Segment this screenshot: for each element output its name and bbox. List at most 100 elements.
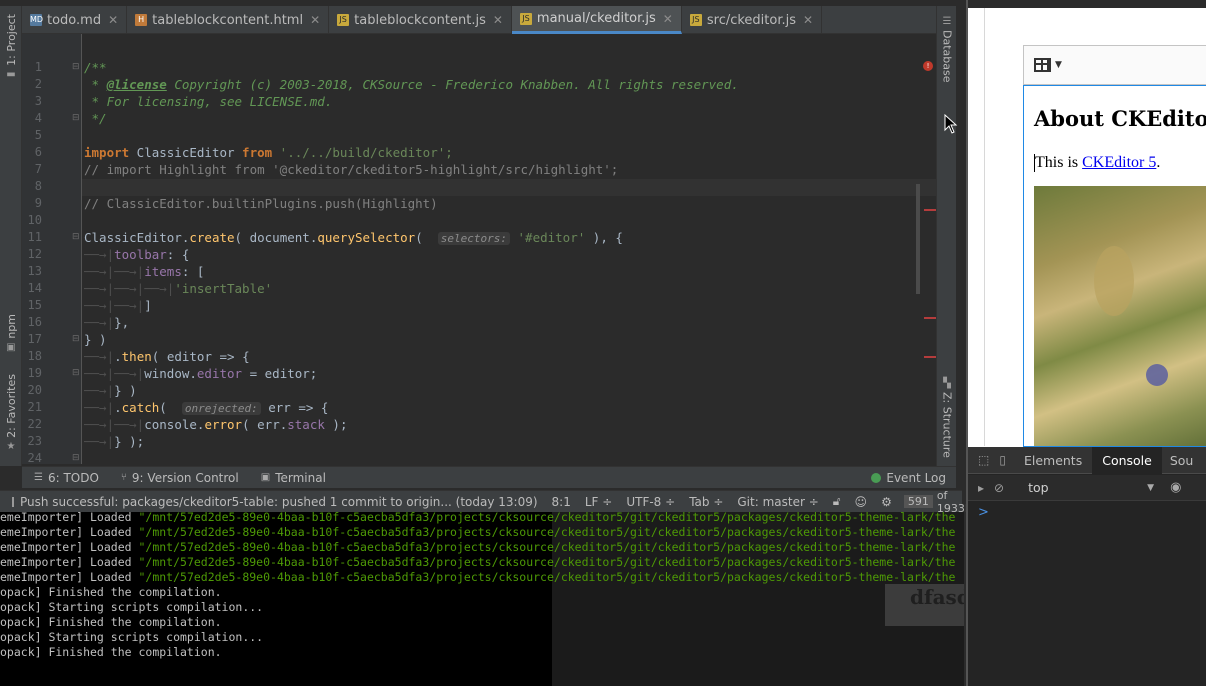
git-branch[interactable]: Git: master ÷ xyxy=(737,495,818,509)
close-icon[interactable]: ✕ xyxy=(803,13,813,27)
code-editor[interactable]: 1 2 3 4 5 6 7 8 9 10 11 12 13 14 15 16 1… xyxy=(22,34,936,464)
error-stripe-marker[interactable] xyxy=(924,356,936,358)
code-line-2: * @license Copyright (c) 2003-2018, CKSo… xyxy=(84,77,739,92)
line-number: 24 xyxy=(27,451,42,464)
line-number: 18 xyxy=(27,349,42,363)
line-number: 10 xyxy=(27,213,42,227)
code-line-18: ──→|.then( editor => { xyxy=(84,349,250,364)
code-line-19: ──→|──→|window.editor = editor; xyxy=(84,366,318,381)
context-selector[interactable]: top ▼ xyxy=(1028,480,1154,495)
error-indicator-icon[interactable]: ! xyxy=(923,61,933,71)
favorites-tool-tab[interactable]: 2: Favorites ★ xyxy=(2,374,20,452)
project-tool-tab[interactable]: 1: Project ▬ xyxy=(2,14,20,80)
page-edge xyxy=(984,8,985,446)
code-line-9: // ClassicEditor.builtinPlugins.push(Hig… xyxy=(84,196,438,211)
todo-tool-button[interactable]: ☰ 6: TODO xyxy=(34,471,99,485)
tab-console[interactable]: Console xyxy=(1092,446,1162,474)
line-number: 4 xyxy=(34,111,42,125)
list-icon: ☰ xyxy=(34,472,43,483)
structure-icon: ▚ xyxy=(943,378,951,389)
editor-scrollbar[interactable] xyxy=(916,184,920,294)
editor-tabs: MD todo.md ✕ H tableblockcontent.html ✕ … xyxy=(22,6,936,34)
terminal-line: opack] Finished the compilation. xyxy=(0,645,222,659)
browser-top-edge xyxy=(968,0,1206,8)
code-line-20: ──→|} ) xyxy=(84,383,137,398)
code-line-11: ClassicEditor.create( document.querySele… xyxy=(84,230,623,245)
show-sidebar-icon[interactable]: ▸ xyxy=(978,481,984,495)
line-number: 5 xyxy=(34,128,42,142)
ckeditor-link[interactable]: CKEditor 5 xyxy=(1082,154,1156,171)
tab-tableblockcontent-html[interactable]: H tableblockcontent.html ✕ xyxy=(127,6,330,34)
event-log-button[interactable]: Event Log xyxy=(871,471,946,485)
fold-marker-icon[interactable]: ⊟ xyxy=(72,62,80,72)
fold-marker-icon[interactable]: ⊟ xyxy=(72,334,80,344)
line-number: 12 xyxy=(27,247,42,261)
status-message[interactable]: Push successful: packages/ckeditor5-tabl… xyxy=(20,495,538,509)
table-icon xyxy=(1034,58,1051,72)
terminal-output[interactable]: emeImporter] Loaded "/mnt/57ed2de5-89e0-… xyxy=(0,512,964,686)
code-line-6: import ClassicEditor from '../../build/c… xyxy=(84,145,453,160)
fold-marker-icon[interactable]: ⊟ xyxy=(72,368,80,378)
lock-icon[interactable]: 🔓︎ xyxy=(833,494,841,509)
tab-elements[interactable]: Elements xyxy=(1024,453,1082,468)
line-number: 1 xyxy=(34,60,42,74)
caret-position[interactable]: 8:1 xyxy=(552,495,571,509)
terminal-line: emeImporter] Loaded "/mnt/57ed2de5-89e0-… xyxy=(0,525,956,539)
terminal-icon: ▣ xyxy=(260,472,271,483)
file-encoding[interactable]: UTF-8 ÷ xyxy=(626,495,675,509)
tab-tableblockcontent-js[interactable]: JS tableblockcontent.js ✕ xyxy=(329,6,512,34)
error-stripe-marker[interactable] xyxy=(924,209,936,211)
eye-icon[interactable]: ◉ xyxy=(1170,480,1181,495)
fold-marker-icon[interactable]: ⊟ xyxy=(72,113,80,123)
terminal-line: emeImporter] Loaded "/mnt/57ed2de5-89e0-… xyxy=(0,555,956,569)
line-number: 9 xyxy=(34,196,42,210)
inspector-icon[interactable]: ☺ xyxy=(855,495,868,509)
ckeditor-editable[interactable]: About CKEditor This is CKEditor 5. xyxy=(1023,85,1206,447)
tab-src-ckeditor-js[interactable]: JS src/ckeditor.js ✕ xyxy=(682,6,823,34)
left-tool-strip: 1: Project ▬ npm ▣ 2: Favorites ★ xyxy=(0,6,22,466)
inspect-element-icon[interactable]: ⬚ xyxy=(978,453,989,467)
tab-sources[interactable]: Sou xyxy=(1170,453,1194,468)
code-line-12: ──→|toolbar: { xyxy=(84,247,190,262)
version-control-tool-button[interactable]: ⑂ 9: Version Control xyxy=(121,471,239,485)
editor-heading: About CKEditor xyxy=(1034,106,1206,131)
line-separator[interactable]: LF ÷ xyxy=(585,495,612,509)
database-tool-tab[interactable]: ☰ Database xyxy=(938,16,956,83)
fold-marker-icon[interactable]: ⊟ xyxy=(72,232,80,242)
close-icon[interactable]: ✕ xyxy=(108,13,118,27)
console-toolbar: ▸ ⊘ top ▼ ◉ xyxy=(968,475,1206,501)
tab-manual-ckeditor-js[interactable]: JS manual/ckeditor.js ✕ xyxy=(511,6,682,34)
close-icon[interactable]: ✕ xyxy=(493,13,503,27)
current-line-highlight xyxy=(82,179,936,196)
structure-tool-tab[interactable]: ▚ Z: Structure xyxy=(938,378,956,458)
error-stripe-marker[interactable] xyxy=(924,317,936,319)
npm-tool-tab[interactable]: npm ▣ xyxy=(2,314,20,353)
terminal-line: emeImporter] Loaded "/mnt/57ed2de5-89e0-… xyxy=(0,512,956,524)
line-number: 7 xyxy=(34,162,42,176)
memory-used[interactable]: 591 xyxy=(903,495,933,508)
device-toolbar-icon[interactable]: ▯ xyxy=(999,453,1006,467)
insert-table-button[interactable]: ▼ xyxy=(1034,58,1062,72)
line-number: 20 xyxy=(27,383,42,397)
code-line-3: * For licensing, see LICENSE.md. xyxy=(84,94,333,109)
indent-setting[interactable]: Tab ÷ xyxy=(689,495,723,509)
image-detail xyxy=(1094,246,1134,316)
terminal-tool-button[interactable]: ▣ Terminal xyxy=(261,471,326,485)
status-toggle-icon[interactable] xyxy=(12,496,14,507)
tab-todo-md[interactable]: MD todo.md ✕ xyxy=(22,6,128,34)
terminal-line: emeImporter] Loaded "/mnt/57ed2de5-89e0-… xyxy=(0,570,956,584)
code-line-4: */ xyxy=(84,111,107,126)
close-icon[interactable]: ✕ xyxy=(310,13,320,27)
settings-icon[interactable]: ⚙ xyxy=(881,495,892,509)
mouse-cursor-icon xyxy=(944,114,958,134)
terminal-line: emeImporter] Loaded "/mnt/57ed2de5-89e0-… xyxy=(0,540,956,554)
clear-console-icon[interactable]: ⊘ xyxy=(994,481,1004,495)
line-number: 13 xyxy=(27,264,42,278)
console-prompt[interactable]: > xyxy=(978,505,989,520)
editor-image[interactable] xyxy=(1034,186,1206,446)
code-line-14: ──→|──→|──→|'insertTable' xyxy=(84,281,273,296)
line-number: 6 xyxy=(34,145,42,159)
line-number: 16 xyxy=(27,315,42,329)
close-icon[interactable]: ✕ xyxy=(663,12,673,26)
fold-marker-icon[interactable]: ⊟ xyxy=(72,453,80,463)
